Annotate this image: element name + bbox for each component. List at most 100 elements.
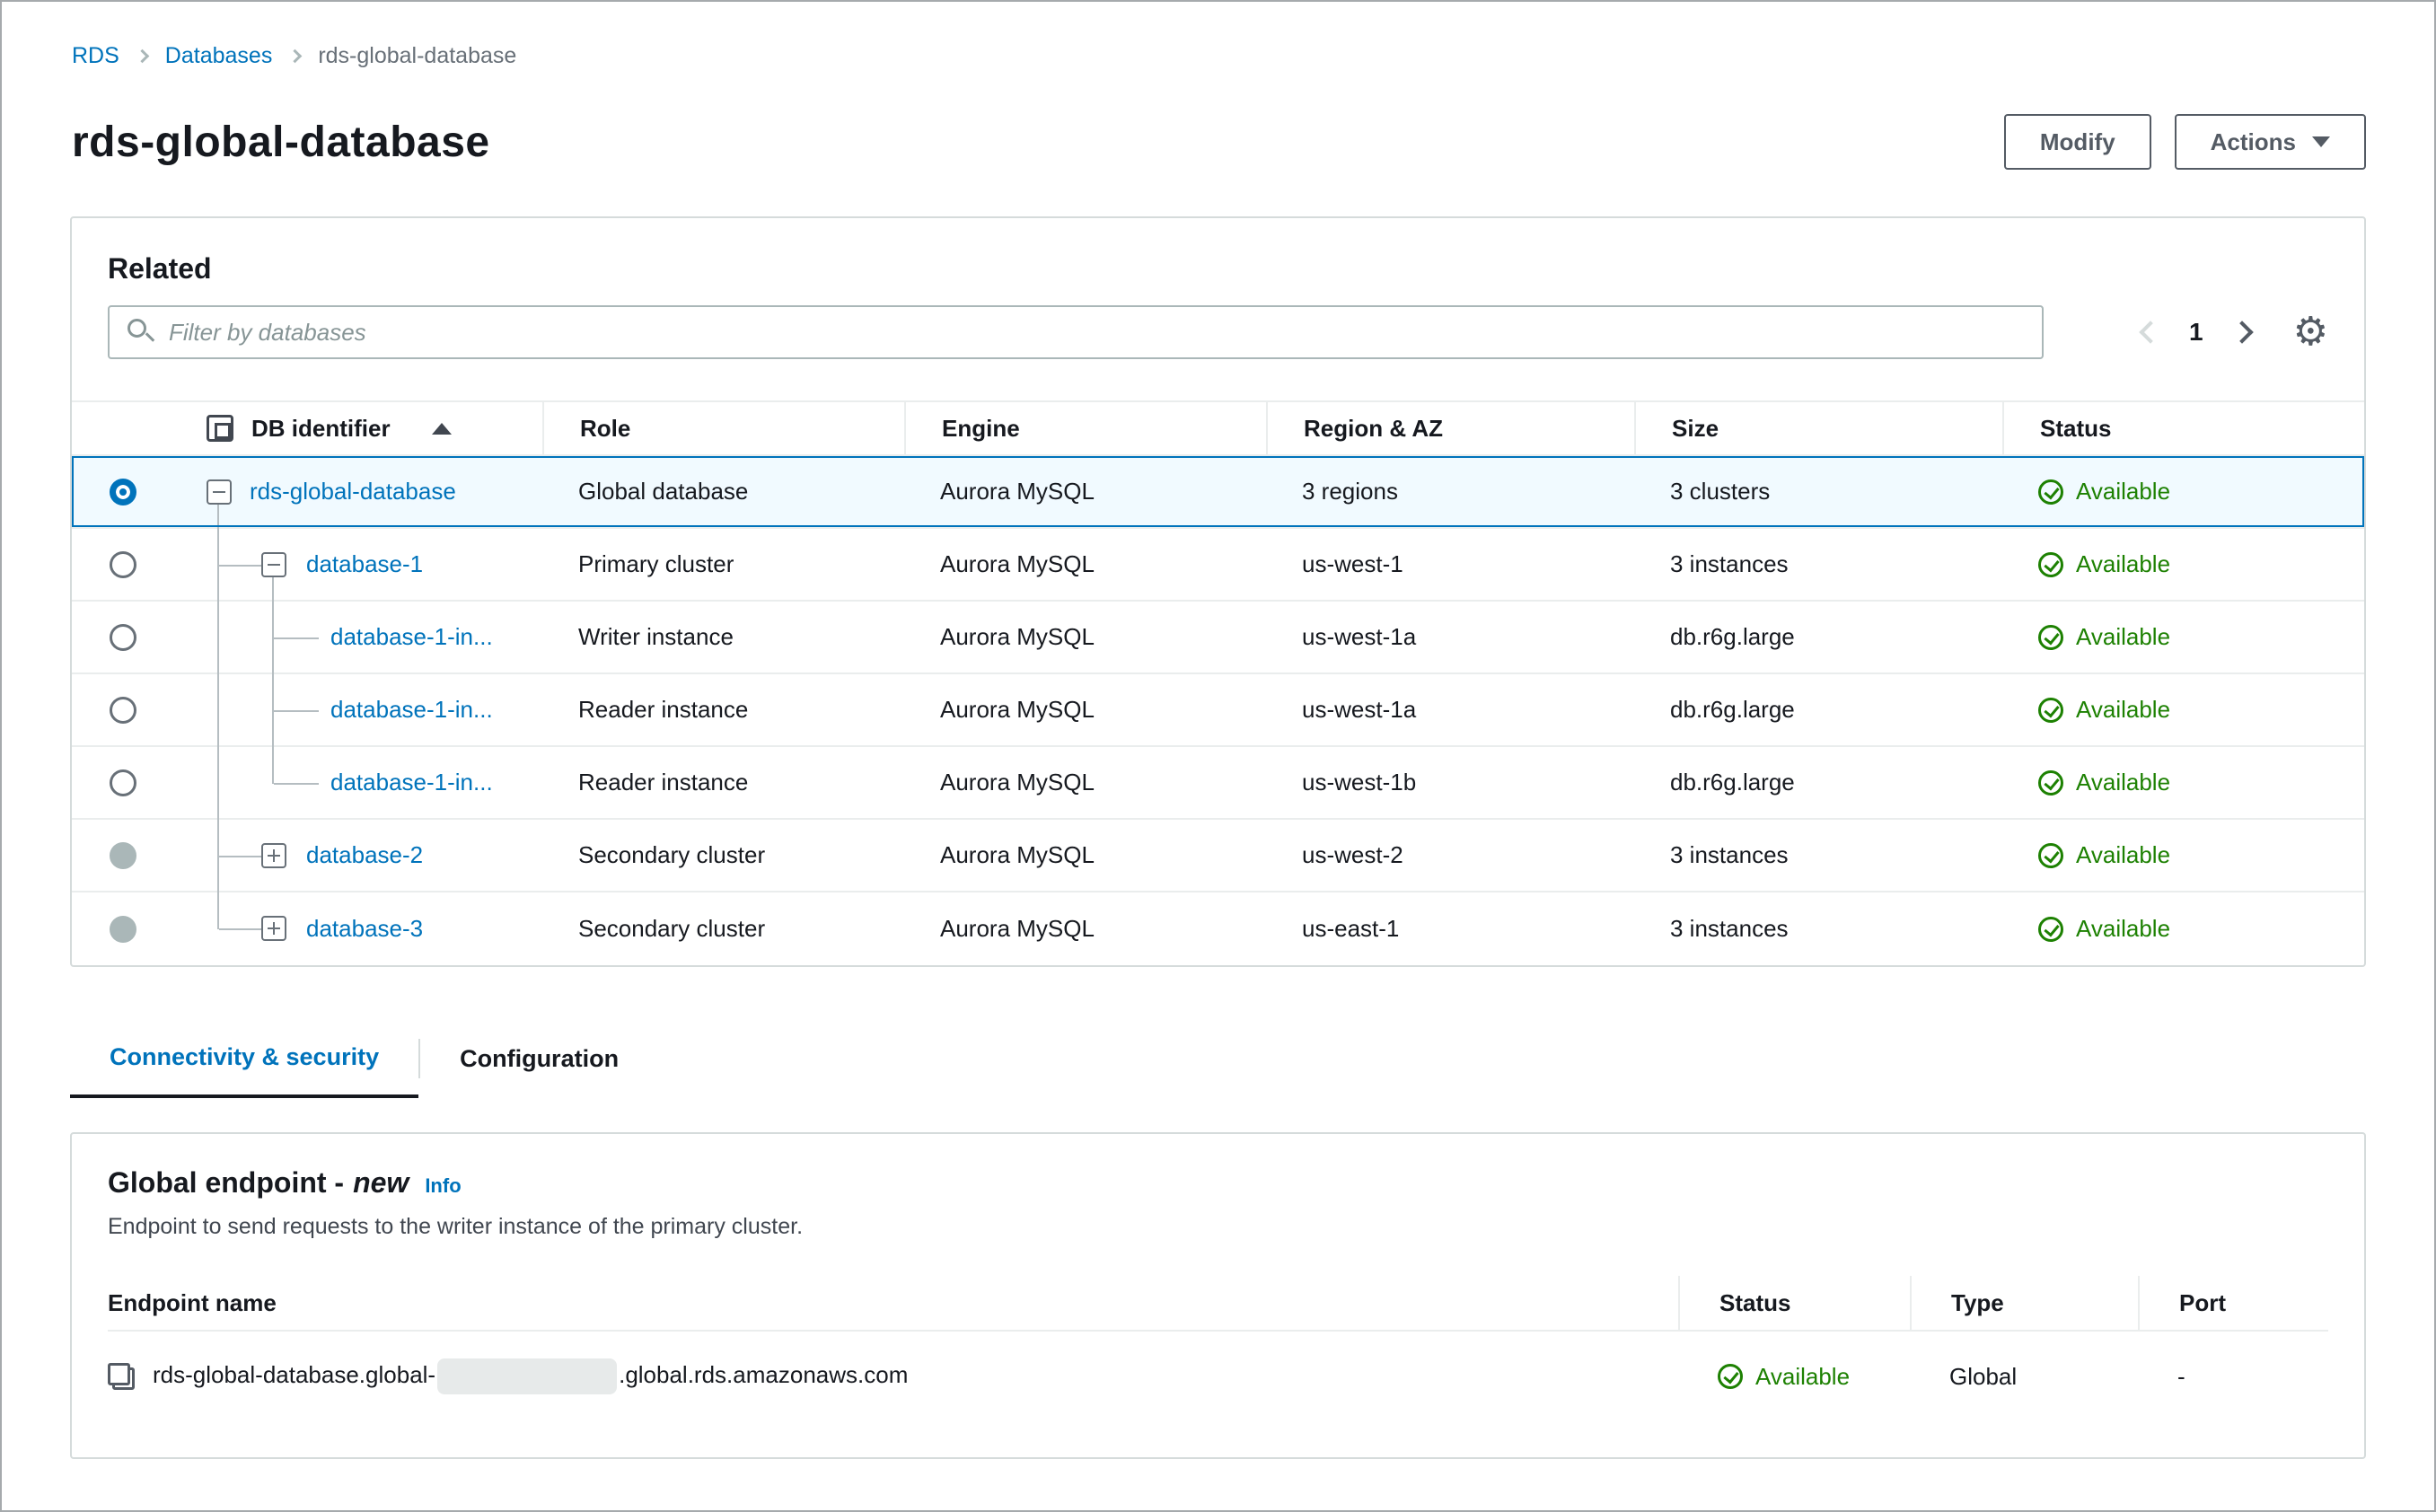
size-cell: db.r6g.large xyxy=(1670,696,1795,723)
status-label: Available xyxy=(2076,915,2171,942)
row-radio[interactable] xyxy=(110,696,136,724)
tab-connectivity-security[interactable]: Connectivity & security xyxy=(70,1019,419,1098)
rds-console-page: RDS Databases rds-global-database rds-gl… xyxy=(0,0,2436,1512)
engine-cell: Aurora MySQL xyxy=(940,915,1095,942)
role-cell: Secondary cluster xyxy=(578,915,766,942)
engine-cell: Aurora MySQL xyxy=(940,550,1095,577)
column-header-port: Port xyxy=(2138,1276,2328,1330)
db-link[interactable]: database-1-in... xyxy=(330,769,493,796)
row-radio[interactable] xyxy=(110,550,136,578)
global-endpoint-description: Endpoint to send requests to the writer … xyxy=(108,1214,804,1239)
breadcrumb: RDS Databases rds-global-database xyxy=(2,2,2434,69)
breadcrumb-current: rds-global-database xyxy=(318,43,517,68)
global-endpoint-title-text: Global endpoint - xyxy=(108,1166,345,1199)
engine-cell: Aurora MySQL xyxy=(940,623,1095,650)
status-available-icon xyxy=(2038,769,2063,796)
filter-databases-input[interactable] xyxy=(108,305,2044,359)
status-available-icon xyxy=(2038,842,2063,868)
db-link[interactable]: database-1-in... xyxy=(330,696,493,724)
breadcrumb-link-rds[interactable]: RDS xyxy=(72,43,119,69)
column-header-endpoint-name: Endpoint name xyxy=(108,1288,277,1316)
tree-line xyxy=(217,674,219,747)
role-cell: Global database xyxy=(578,478,749,505)
status-cell: Available xyxy=(2002,550,2364,578)
chevron-right-icon xyxy=(288,48,303,64)
status-cell: Available xyxy=(2002,769,2364,796)
tree-line xyxy=(219,856,261,857)
breadcrumb-link-databases[interactable]: Databases xyxy=(165,43,273,69)
previous-page-icon[interactable] xyxy=(2139,321,2162,344)
db-link[interactable]: rds-global-database xyxy=(250,478,456,505)
related-panel-title: Related xyxy=(108,252,212,285)
tree-line xyxy=(272,577,274,602)
status-label: Available xyxy=(2076,478,2171,505)
search-icon xyxy=(128,319,155,346)
tab-configuration[interactable]: Configuration xyxy=(420,1019,658,1098)
modify-button[interactable]: Modify xyxy=(2003,114,2151,170)
page-title: rds-global-database xyxy=(72,118,490,166)
status-cell: Available xyxy=(2002,696,2364,724)
actions-button-label: Actions xyxy=(2210,127,2296,155)
column-header-region-az: Region & AZ xyxy=(1266,402,1634,454)
pagination: 1 ⚙ xyxy=(2139,312,2328,352)
row-radio[interactable] xyxy=(110,769,136,796)
status-label: Available xyxy=(1755,1362,1851,1390)
endpoint-table-header: Endpoint name Status Type Port xyxy=(108,1276,2328,1332)
db-link[interactable]: database-1-in... xyxy=(330,623,493,651)
info-link[interactable]: Info xyxy=(425,1174,461,1198)
tree-line xyxy=(274,710,319,712)
column-header-db-identifier[interactable]: DB identifier xyxy=(174,402,542,454)
expand-row-icon[interactable] xyxy=(261,843,286,868)
collapse-row-icon[interactable] xyxy=(261,552,286,577)
tree-line xyxy=(217,602,219,674)
region-cell: us-west-1 xyxy=(1302,550,1403,577)
status-available-icon xyxy=(2038,551,2063,577)
row-radio[interactable] xyxy=(110,623,136,651)
header-actions: Modify Actions xyxy=(2003,114,2366,170)
status-label: Available xyxy=(2076,623,2171,650)
settings-gear-icon[interactable]: ⚙ xyxy=(2293,312,2328,352)
selection-column-header xyxy=(72,402,174,454)
status-label: Available xyxy=(2076,550,2171,577)
actions-button[interactable]: Actions xyxy=(2174,114,2366,170)
table-row[interactable]: database-3 Secondary cluster Aurora MySQ… xyxy=(72,892,2364,965)
db-link[interactable]: database-2 xyxy=(306,841,423,869)
copy-icon[interactable] xyxy=(108,1363,135,1390)
db-link[interactable]: database-1 xyxy=(306,550,423,578)
table-header-row: DB identifier Role Engine Region & AZ Si… xyxy=(72,400,2364,456)
size-cell: db.r6g.large xyxy=(1670,623,1795,650)
table-row[interactable]: database-1-in... Reader instance Aurora … xyxy=(72,747,2364,820)
tree-line xyxy=(274,637,319,639)
table-row[interactable]: database-1-in... Reader instance Aurora … xyxy=(72,674,2364,747)
size-cell: 3 clusters xyxy=(1670,478,1771,505)
endpoint-name-suffix: .global.rds.amazonaws.com xyxy=(619,1360,909,1388)
table-row[interactable]: database-2 Secondary cluster Aurora MySQ… xyxy=(72,820,2364,892)
endpoint-status-cell: Available xyxy=(1678,1363,1910,1391)
column-header-status: Status xyxy=(2002,402,2364,454)
status-available-icon xyxy=(2038,697,2063,723)
region-cell: us-east-1 xyxy=(1302,915,1400,942)
region-cell: 3 regions xyxy=(1302,478,1398,505)
table-row[interactable]: database-1-in... Writer instance Aurora … xyxy=(72,602,2364,674)
db-link[interactable]: database-3 xyxy=(306,915,423,943)
expand-collapse-all-icon[interactable] xyxy=(207,415,233,442)
global-endpoint-panel: Global endpoint - new Info Endpoint to se… xyxy=(70,1132,2366,1459)
expand-row-icon[interactable] xyxy=(261,916,286,941)
collapse-row-icon[interactable] xyxy=(207,479,232,505)
table-row[interactable]: database-1 Primary cluster Aurora MySQL … xyxy=(72,529,2364,602)
next-page-icon[interactable] xyxy=(2229,321,2254,344)
row-radio-selected[interactable] xyxy=(110,478,136,505)
page-header: rds-global-database Modify Actions xyxy=(72,114,2366,170)
row-radio-disabled xyxy=(110,915,136,943)
size-cell: db.r6g.large xyxy=(1670,769,1795,796)
role-cell: Reader instance xyxy=(578,696,749,723)
engine-cell: Aurora MySQL xyxy=(940,769,1095,796)
endpoint-row: rds-global-database.global- .global.rds.a… xyxy=(108,1332,2328,1421)
column-header-role: Role xyxy=(542,402,904,454)
page-number[interactable]: 1 xyxy=(2189,318,2203,347)
region-cell: us-west-1b xyxy=(1302,769,1417,796)
table-row[interactable]: rds-global-database Global database Auro… xyxy=(72,456,2364,529)
column-header-engine: Engine xyxy=(904,402,1266,454)
role-cell: Secondary cluster xyxy=(578,841,766,868)
sort-ascending-icon xyxy=(431,422,452,435)
